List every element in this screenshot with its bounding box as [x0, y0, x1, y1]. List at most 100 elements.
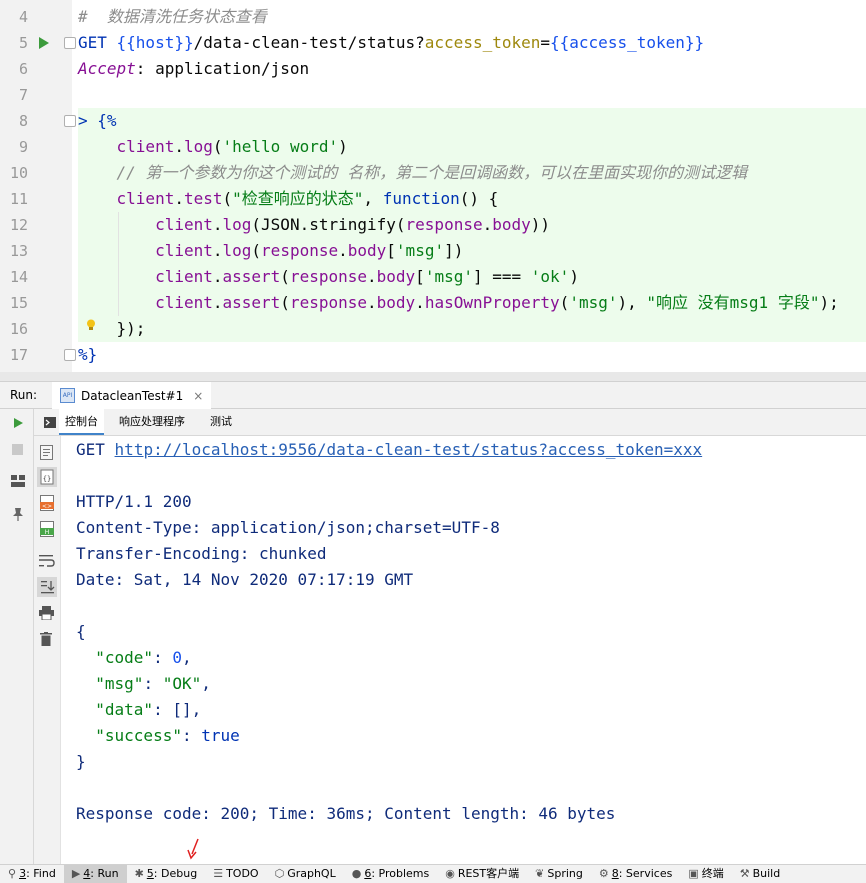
line-number: 15 [9, 294, 28, 312]
toolwindow-button-text: Spring [547, 867, 583, 880]
toolwindow-button-label: 终端 [702, 865, 724, 883]
run-config-tab[interactable]: API DatacleanTest#1 × [52, 382, 212, 409]
tab-tests[interactable]: 测试 [204, 409, 238, 435]
code-token: 'msg' [424, 267, 473, 286]
rest-client-icon: ◉ [445, 867, 455, 880]
svg-text:<>: <> [42, 503, 52, 510]
code-token: client [155, 293, 213, 312]
toolwindow-button-services[interactable]: ⚙ 8: Services [591, 865, 680, 883]
line-number: 5 [18, 34, 28, 52]
line-number: 9 [18, 138, 28, 156]
code-line: 11 client.test("检查响应的状态", function() { [0, 186, 866, 212]
code-token: ( [280, 267, 290, 286]
layout-icon[interactable] [11, 475, 25, 487]
pin-icon[interactable] [11, 507, 25, 521]
code-token: assert [222, 293, 281, 312]
code-text: > {% [78, 108, 117, 134]
tab-console[interactable]: 控制台 [59, 409, 104, 435]
toolwindow-button-text: : Find [26, 867, 56, 880]
toolwindow-button-label: 8: Services [612, 865, 673, 883]
code-line: 17%} [0, 342, 866, 368]
json-view-icon[interactable]: {} [37, 467, 57, 487]
console-icon [44, 417, 56, 428]
code-token: ) [338, 137, 348, 156]
document-icon[interactable] [40, 445, 53, 460]
fold-marker-icon[interactable] [64, 349, 76, 361]
toolwindow-button-label: 6: Problems [364, 865, 429, 883]
code-token: , [363, 189, 383, 208]
run-label: Run: [10, 388, 38, 402]
code-token: function [382, 189, 460, 208]
toolwindow-button-text: TODO [226, 867, 259, 880]
code-token: response [405, 215, 483, 234]
run-tool-window-header: Run: API DatacleanTest#1 × [0, 381, 866, 409]
build-icon: ⚒ [739, 867, 750, 880]
code-token: test [183, 189, 223, 208]
toolwindow-button-text: : Run [90, 867, 119, 880]
code-token: )) [530, 215, 551, 234]
toolwindow-button-graphql[interactable]: ⬡ GraphQL [267, 865, 344, 883]
toolwindow-button-label: GraphQL [287, 865, 336, 883]
code-token: : application/json [135, 59, 310, 78]
code-text: GET {{host}}/data-clean-test/status?acce… [78, 30, 704, 56]
run-left-toolbar [0, 409, 34, 864]
lightbulb-icon[interactable] [86, 319, 96, 331]
code-text: %} [78, 342, 97, 368]
code-token: body [376, 267, 416, 286]
code-token: "响应 没有msg1 字段" [646, 293, 820, 312]
soft-wrap-icon[interactable] [39, 554, 55, 568]
close-tab-icon[interactable]: × [193, 389, 203, 403]
editor-horizontal-scrollbar[interactable] [0, 372, 866, 381]
code-line: 10 // 第一个参数为你这个测试的 名称，第二个是回调函数，可以在里面实现你的… [0, 160, 866, 186]
toolwindow-button-label: 5: Debug [147, 865, 197, 883]
console-subtabs: 控制台 响应处理程序 测试 [34, 409, 866, 436]
toolwindow-button-todo[interactable]: ☰ TODO [205, 865, 266, 883]
code-token: [ [415, 267, 425, 286]
mnemonic-number: 3 [19, 867, 27, 880]
graphql-icon: ⬡ [274, 867, 285, 880]
svg-text:{}: {} [43, 475, 51, 483]
scroll-to-end-icon[interactable] [37, 577, 57, 597]
toolwindow-button-text: Build [752, 867, 781, 880]
stop-icon[interactable] [12, 444, 23, 455]
toolwindow-button-problems[interactable]: ● 6: Problems [344, 865, 438, 883]
search-icon: ⚲ [8, 867, 17, 880]
header-content-type: Content-Type: application/json;charset=U… [76, 518, 500, 537]
rerun-icon[interactable] [12, 417, 24, 429]
code-token: ( [280, 293, 290, 312]
toolwindow-button-debug[interactable]: ✱ 5: Debug [127, 865, 206, 883]
request-url-link[interactable]: http://localhost:9556/data-clean-test/st… [115, 440, 703, 459]
toolwindow-button-build[interactable]: ⚒ Build [732, 865, 789, 883]
code-line: 4 # 数据清洗任务状态查看 [0, 4, 866, 30]
run-config-tab-title: DatacleanTest#1 [81, 388, 184, 403]
print-icon[interactable] [39, 606, 54, 620]
tab-response-handler[interactable]: 响应处理程序 [113, 409, 191, 435]
code-token: ( [212, 137, 223, 156]
code-token: . [212, 267, 223, 286]
code-token: ( [559, 293, 570, 312]
code-editor[interactable]: 4 # 数据清洗任务状态查看 5 GET {{host}}/data-clean-te… [0, 0, 866, 381]
code-text: client.log(JSON.stringify(response.body)… [78, 212, 550, 238]
fold-marker-icon[interactable] [64, 115, 76, 127]
toolwindow-button-terminal[interactable]: ▣ 终端 [680, 865, 731, 883]
run-icon: ▶ [71, 867, 81, 880]
response-summary: Response code: 200; Time: 36ms; Content … [76, 804, 616, 823]
clear-all-icon[interactable] [40, 632, 52, 646]
fold-marker-icon[interactable] [64, 37, 76, 49]
toolwindow-button-rest-client[interactable]: ◉ REST客户端 [437, 865, 527, 883]
xml-view-icon[interactable]: <> [40, 495, 54, 511]
code-token: . [212, 293, 223, 312]
console-output[interactable]: GET http://localhost:9556/data-clean-tes… [62, 436, 866, 864]
toolwindow-button-spring[interactable]: ❦ Spring [527, 865, 591, 883]
html-view-icon[interactable]: H [40, 521, 54, 537]
code-token: client [155, 241, 213, 260]
tool-window-bar: ⚲ 3: Find ▶ 4: Run ✱ 5: Debug ☰ TODO ⬡ GraphQL ● 6:… [0, 864, 866, 883]
toolwindow-button-run[interactable]: ▶ 4: Run [63, 865, 127, 883]
code-token: ( [222, 189, 233, 208]
toolwindow-button-search[interactable]: ⚲ 3: Find [0, 865, 64, 883]
svg-text:H: H [45, 529, 50, 536]
code-token: body [347, 241, 387, 260]
run-request-icon[interactable] [39, 37, 49, 49]
